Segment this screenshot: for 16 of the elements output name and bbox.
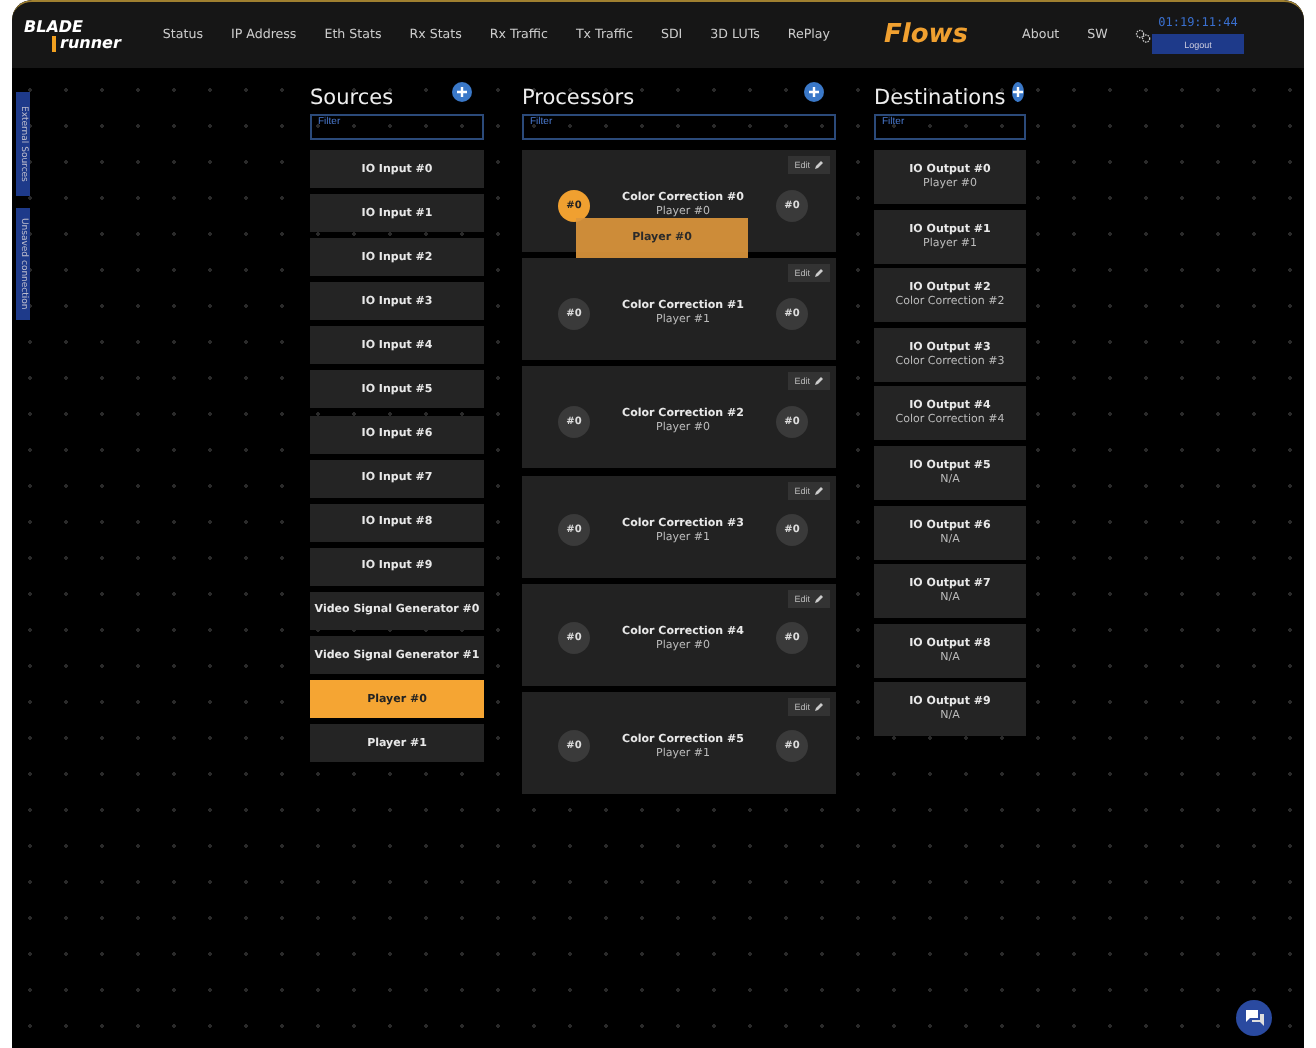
logo: BLADE runner	[24, 19, 121, 51]
pencil-icon	[814, 160, 824, 170]
column-title: Sources	[310, 86, 394, 110]
column-title: Destinations	[874, 86, 1006, 110]
chat-button[interactable]	[1236, 1000, 1272, 1036]
nav-tab[interactable]: Flows	[844, 20, 1009, 50]
pencil-icon	[814, 701, 824, 712]
add-button[interactable]	[804, 82, 824, 102]
pencil-icon	[814, 485, 824, 496]
column-title: Processors	[522, 86, 635, 110]
add-button[interactable]	[452, 82, 472, 102]
pencil-icon	[814, 593, 824, 604]
pencil-icon	[814, 268, 824, 279]
pencil-icon	[814, 376, 824, 387]
add-button[interactable]	[1011, 82, 1024, 102]
chat-icon	[1245, 1010, 1263, 1026]
